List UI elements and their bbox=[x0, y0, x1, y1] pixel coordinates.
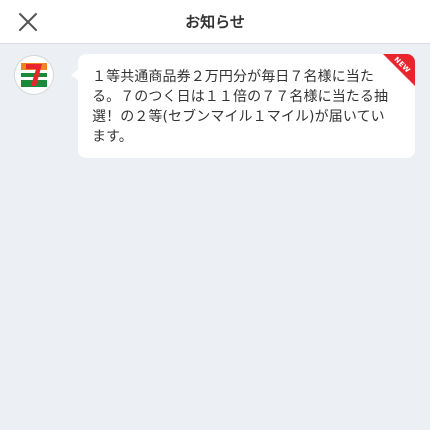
page-title: お知らせ bbox=[185, 13, 245, 31]
sender-avatar bbox=[14, 55, 54, 95]
seven-eleven-logo bbox=[21, 63, 47, 87]
header-bar: お知らせ bbox=[0, 0, 430, 44]
notification-message: １等共通商品券２万円分が毎日７名様に当たる。７のつく日は１１倍の７７名様に当たる… bbox=[92, 69, 389, 145]
notification-bubble[interactable]: NEW １等共通商品券２万円分が毎日７名様に当たる。７のつく日は１１倍の７７名様… bbox=[71, 54, 415, 158]
bubble-tail bbox=[71, 69, 79, 81]
notification-feed: NEW １等共通商品券２万円分が毎日７名様に当たる。７のつく日は１１倍の７７名様… bbox=[0, 44, 430, 430]
